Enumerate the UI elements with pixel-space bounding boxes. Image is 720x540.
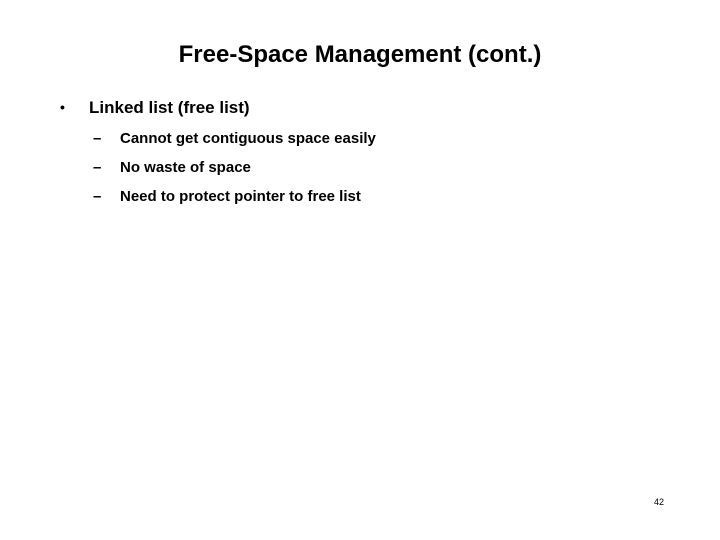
presentation-slide: Free-Space Management (cont.) • Linked l…: [0, 0, 720, 540]
bullet-text: Cannot get contiguous space easily: [120, 130, 376, 147]
bullet-marker-icon: •: [60, 99, 65, 115]
slide-body-bullet-list: • Linked list (free list) – Cannot get c…: [0, 96, 720, 215]
dash-marker-icon: –: [93, 188, 102, 205]
slide-title: Free-Space Management (cont.): [178, 41, 542, 68]
dash-marker-icon: –: [93, 130, 102, 147]
dash-marker-icon: –: [93, 159, 102, 176]
bullet-text: Linked list (free list): [89, 98, 250, 117]
bullet-text: No waste of space: [120, 159, 251, 176]
bullet-item-level-2: – No waste of space: [0, 157, 720, 179]
bullet-item-level-1: • Linked list (free list): [0, 96, 720, 119]
bullet-text: Need to protect pointer to free list: [120, 188, 361, 205]
page-number: 42: [653, 497, 664, 507]
bullet-item-level-2: – Cannot get contiguous space easily: [0, 128, 720, 150]
bullet-item-level-2: – Need to protect pointer to free list: [0, 186, 720, 208]
